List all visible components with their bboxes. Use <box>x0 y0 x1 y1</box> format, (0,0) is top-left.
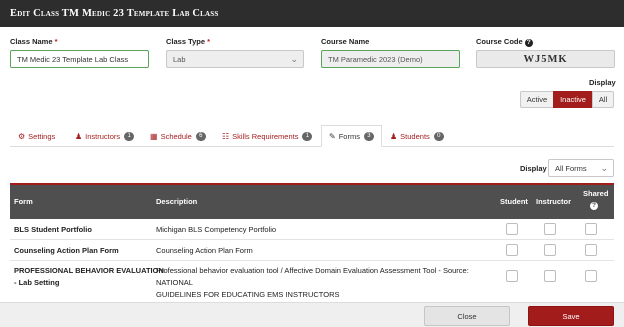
user-icon: ♟ <box>390 132 398 141</box>
instructors-count-badge: 1 <box>124 132 135 141</box>
chevron-down-icon: ⌄ <box>290 54 298 64</box>
chevron-down-icon: ⌄ <box>600 163 608 173</box>
forms-count-badge: 3 <box>363 131 374 141</box>
course-code-value: WJ5MK <box>476 50 615 68</box>
student-checkbox[interactable] <box>506 223 518 235</box>
class-type-label: Class Type * <box>166 37 211 46</box>
table-row[interactable]: PROFESSIONAL BEHAVIOR EVALUATION - Lab Se… <box>10 261 614 299</box>
instructor-checkbox[interactable] <box>544 270 556 282</box>
form-name: PROFESSIONAL BEHAVIOR EVALUATION - Lab Se… <box>14 266 164 287</box>
sitemap-icon: ☷ <box>222 132 230 141</box>
forms-display-label: Display <box>520 164 547 173</box>
pencil-icon: ✎ <box>329 131 336 141</box>
table-row[interactable]: Counseling Action Plan Form Counseling A… <box>10 240 614 261</box>
forms-table-header: Form Description Student Instructor Shar… <box>10 183 614 219</box>
table-row[interactable]: BLS Student Portfolio Michigan BLS Compe… <box>10 219 614 240</box>
col-header-student: Student <box>500 197 528 206</box>
instructor-checkbox[interactable] <box>544 223 556 235</box>
course-name-label: Course Name <box>321 37 370 46</box>
tab-students[interactable]: ♟ Students 0 <box>390 126 444 147</box>
col-header-form: Form <box>14 197 33 206</box>
gear-icon: ⚙ <box>18 132 26 141</box>
dialog-title: Edit Class TM Medic 23 Template Lab Clas… <box>10 8 219 19</box>
form-description: Counseling Action Plan Form <box>156 246 253 255</box>
tab-instructors[interactable]: ♟ Instructors 1 <box>75 126 135 147</box>
class-type-select[interactable]: Lab ⌄ <box>166 50 304 68</box>
student-checkbox[interactable] <box>506 244 518 256</box>
calendar-icon: ▦ <box>150 132 158 141</box>
form-description: Professional behavior evaluation tool / … <box>156 266 469 299</box>
display-inactive-button[interactable]: Inactive <box>553 91 593 108</box>
close-button[interactable]: Close <box>424 306 510 326</box>
display-active-button[interactable]: Active <box>520 91 554 108</box>
col-header-shared: Shared <box>583 189 609 198</box>
schedule-count-badge: 6 <box>195 132 206 141</box>
form-description: Michigan BLS Competency Portfolio <box>156 225 277 234</box>
display-filter-label: Display <box>589 78 616 87</box>
tab-settings[interactable]: ⚙ Settings <box>18 126 55 147</box>
course-code-label: Course Code? <box>476 37 533 47</box>
class-name-input[interactable]: TM Medic 23 Template Lab Class <box>10 50 149 68</box>
tab-forms[interactable]: ✎ Forms 3 <box>321 125 382 147</box>
instructor-checkbox[interactable] <box>544 244 556 256</box>
tab-schedule[interactable]: ▦ Schedule 6 <box>150 126 206 147</box>
forms-display-select[interactable]: All Forms ⌄ <box>548 159 614 177</box>
col-header-description: Description <box>156 197 198 206</box>
student-checkbox[interactable] <box>506 270 518 282</box>
save-button[interactable]: Save <box>528 306 614 326</box>
form-name: BLS Student Portfolio <box>14 225 92 234</box>
course-name-input[interactable]: TM Paramedic 2023 (Demo) <box>321 50 460 68</box>
display-all-button[interactable]: All <box>592 91 614 108</box>
form-name: Counseling Action Plan Form <box>14 246 119 255</box>
tab-skills-requirements[interactable]: ☷ Skills Requirements 1 <box>222 126 313 147</box>
shared-checkbox[interactable] <box>585 270 597 282</box>
help-icon[interactable]: ? <box>524 39 533 47</box>
dialog-title-bar: Edit Class TM Medic 23 Template Lab Clas… <box>0 0 624 27</box>
user-icon: ♟ <box>75 132 83 141</box>
skills-count-badge: 1 <box>302 132 313 141</box>
students-count-badge: 0 <box>433 132 444 141</box>
shared-checkbox[interactable] <box>585 244 597 256</box>
shared-checkbox[interactable] <box>585 223 597 235</box>
col-header-instructor: Instructor <box>536 197 572 206</box>
class-name-label: Class Name * <box>10 37 58 46</box>
help-icon[interactable]: ? <box>590 202 598 210</box>
